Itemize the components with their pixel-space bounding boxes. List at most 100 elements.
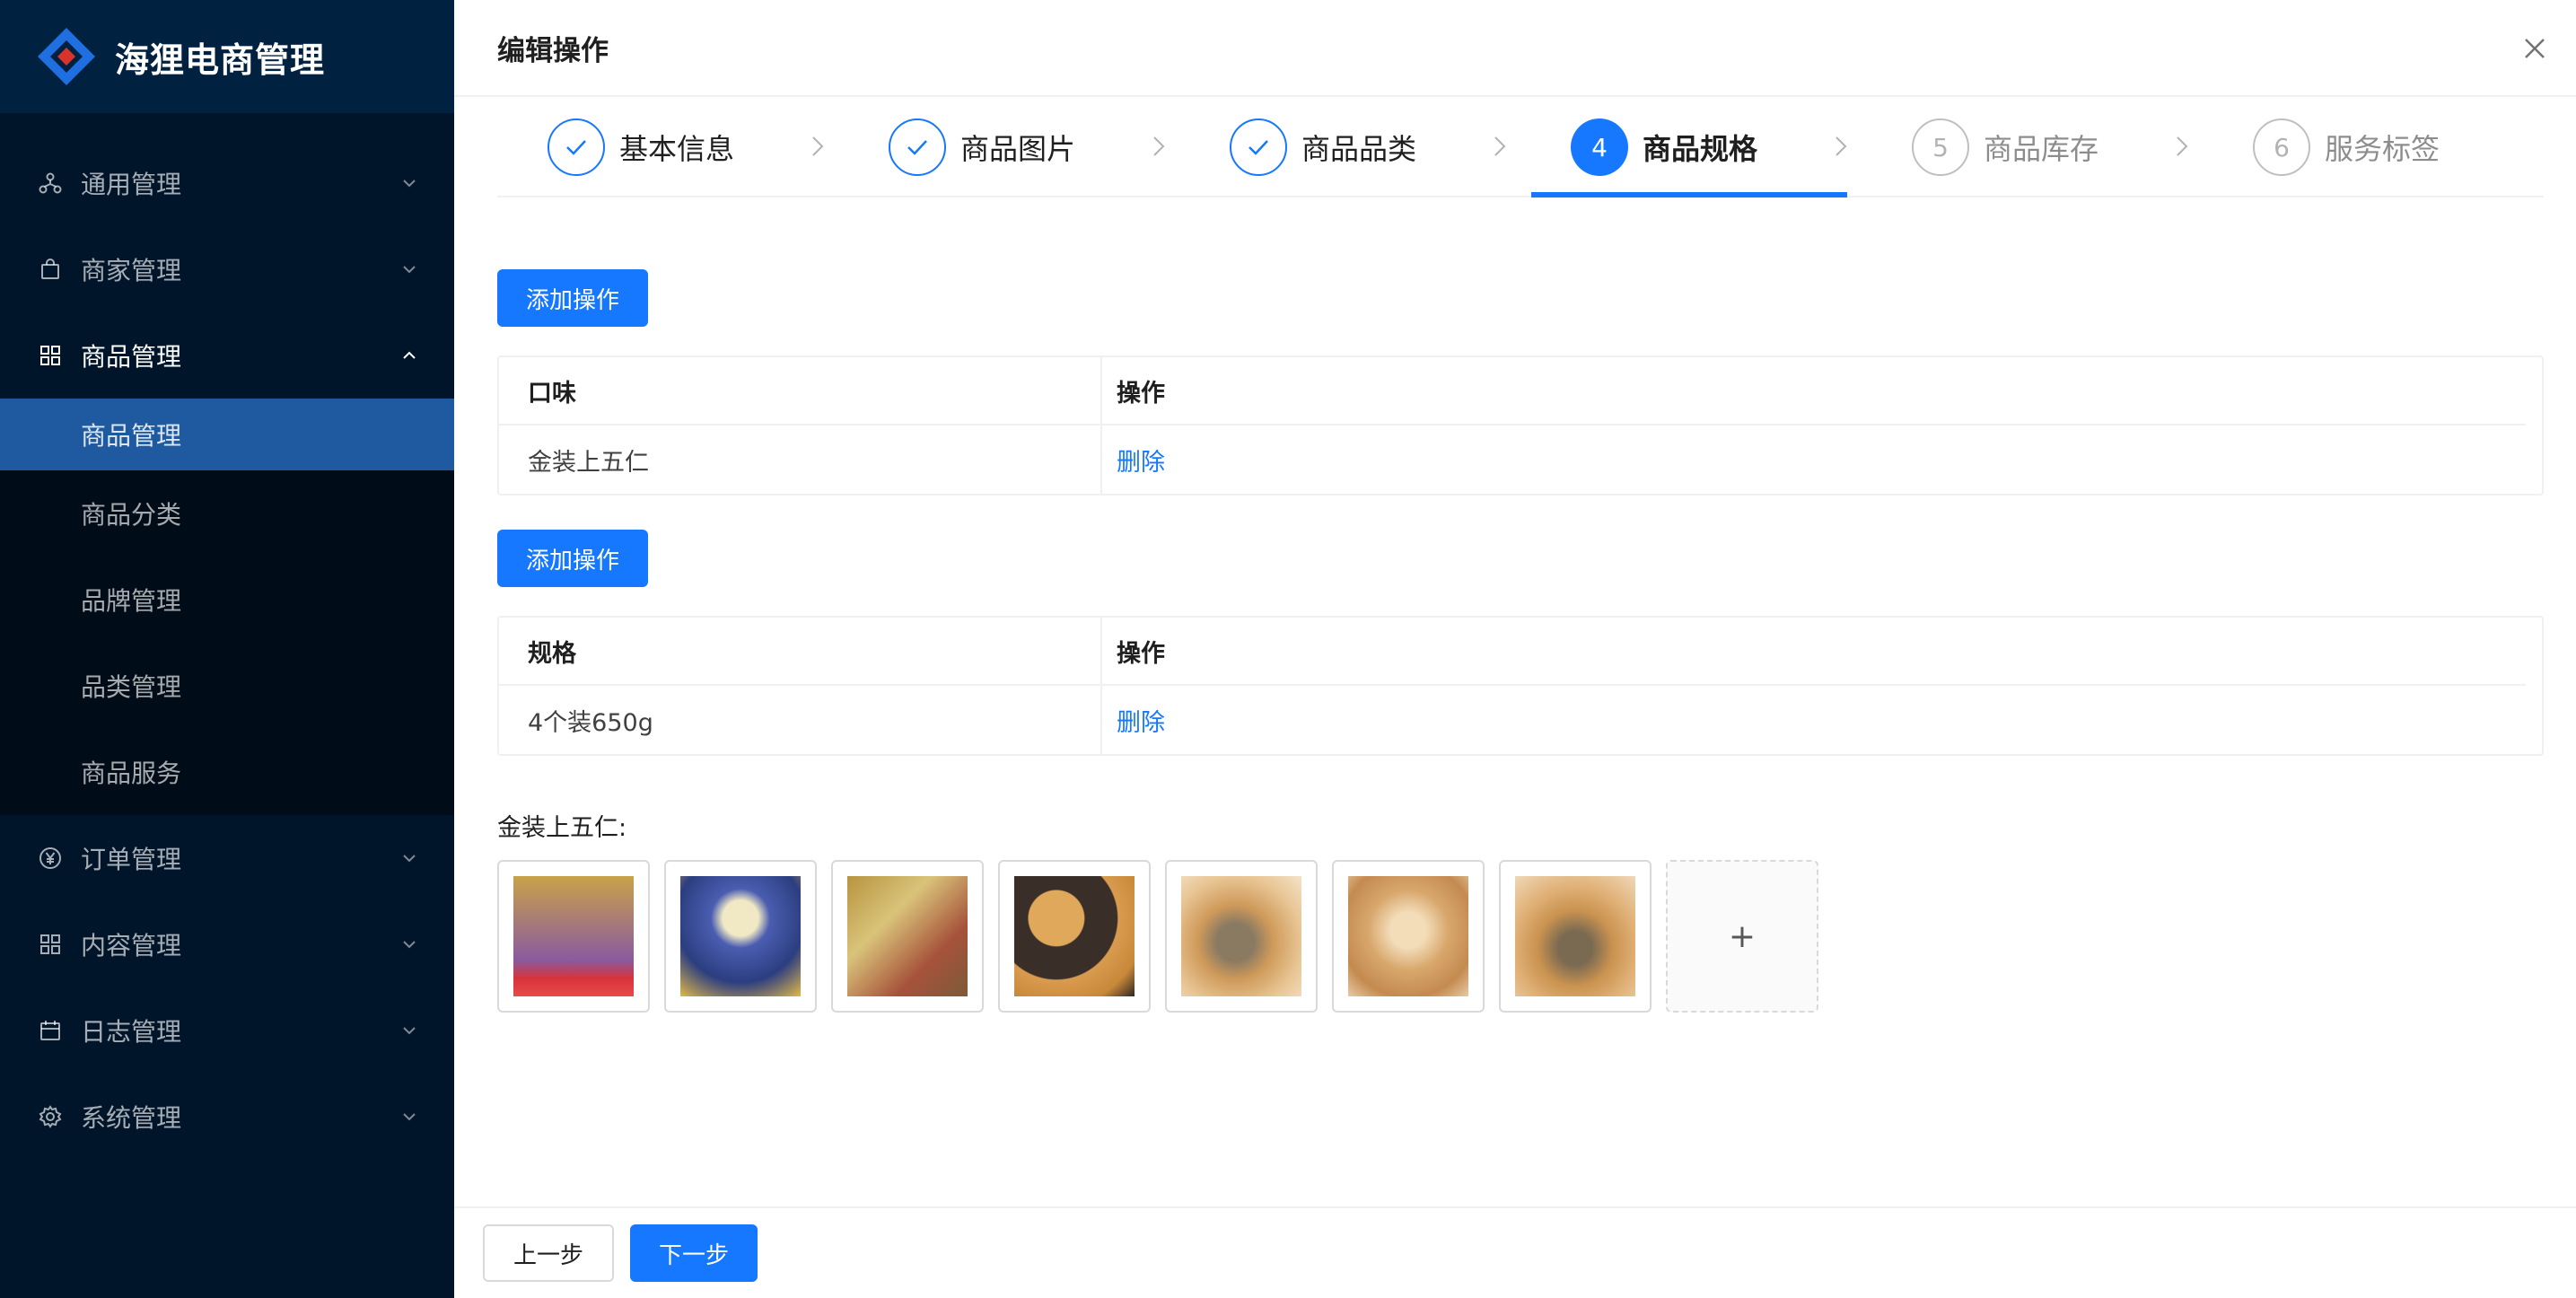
column-header: 操作 (1117, 639, 1165, 668)
shop-bag-icon (38, 257, 63, 282)
delete-link[interactable]: 删除 (1117, 443, 1165, 478)
grid-icon (38, 343, 63, 368)
edit-drawer: 编辑操作 基本信息 商品图片 商品品类 4 商品规格 5 商品库存 6 服务标签… (454, 0, 2576, 1298)
table-header: 规格 操作 (499, 618, 2526, 686)
check-icon (548, 118, 605, 176)
step-number: 5 (1912, 118, 1969, 176)
prev-step-button[interactable]: 上一步 (483, 1224, 615, 1282)
gear-icon (38, 1104, 63, 1129)
drawer-body: 基本信息 商品图片 商品品类 4 商品规格 5 商品库存 6 服务标签 添加操作… (497, 97, 2544, 1013)
check-icon (1230, 118, 1287, 176)
drawer-title: 编辑操作 (497, 34, 609, 67)
logo-icon (36, 26, 97, 87)
submenu-item-product[interactable]: 商品管理 (0, 399, 454, 470)
image-thumbnail[interactable] (1499, 860, 1652, 1013)
image-list: + (497, 860, 1818, 1013)
submenu-item-type[interactable]: 品类管理 (0, 643, 454, 729)
step-basic-info[interactable]: 基本信息 (497, 97, 838, 197)
logo-bar: 海狸电商管理 (0, 0, 454, 113)
steps: 基本信息 商品图片 商品品类 4 商品规格 5 商品库存 6 服务标签 (497, 97, 2544, 197)
add-flavor-button[interactable]: 添加操作 (497, 269, 649, 327)
flavor-table: 口味 操作 金装上五仁 删除 (497, 355, 2544, 496)
step-label: 商品品类 (1301, 132, 1417, 166)
menu-general[interactable]: 通用管理 (0, 140, 454, 226)
image-thumbnail[interactable] (1165, 860, 1318, 1013)
drawer-footer: 上一步 下一步 (454, 1206, 2576, 1298)
image-thumbnail[interactable] (664, 860, 817, 1013)
sidebar: 海狸电商管理 通用管理 商家管理 商品管理 商品管理 商品分类 品牌管理 品类管… (0, 0, 454, 1298)
submenu-item-category[interactable]: 商品分类 (0, 470, 454, 557)
menu-label: 通用管理 (81, 170, 182, 199)
step-product-images[interactable]: 商品图片 (838, 97, 1179, 197)
chevron-down-icon (400, 1108, 418, 1126)
chevron-down-icon (400, 935, 418, 953)
image-thumbnail[interactable] (998, 860, 1151, 1013)
step-label: 商品图片 (960, 132, 1076, 166)
product-image (1348, 876, 1468, 996)
step-product-spec[interactable]: 4 商品规格 (1520, 97, 1862, 197)
close-icon[interactable] (2520, 34, 2549, 63)
column-header: 操作 (1117, 379, 1165, 408)
delete-link[interactable]: 删除 (1117, 703, 1165, 738)
table-cell: 金装上五仁 (499, 425, 1102, 494)
step-label: 服务标签 (2325, 132, 2440, 166)
product-image (680, 876, 801, 996)
plus-icon: + (1728, 917, 1757, 955)
chevron-right-icon (1145, 133, 1172, 160)
submenu-item-service[interactable]: 商品服务 (0, 729, 454, 815)
menu-label: 系统管理 (81, 1103, 182, 1133)
menu-log[interactable]: 日志管理 (0, 987, 454, 1074)
app-title: 海狸电商管理 (115, 39, 326, 80)
table-header: 口味 操作 (499, 357, 2526, 425)
menu-system[interactable]: 系统管理 (0, 1074, 454, 1160)
step-number: 6 (2253, 118, 2310, 176)
product-image (513, 876, 634, 996)
chevron-right-icon (2169, 133, 2195, 160)
grid-icon (38, 932, 63, 957)
menu-order[interactable]: 订单管理 (0, 815, 454, 901)
calendar-icon (38, 1018, 63, 1043)
step-service-tags[interactable]: 6 服务标签 (2203, 97, 2544, 197)
upload-button[interactable]: + (1666, 860, 1818, 1013)
chevron-right-icon (804, 133, 831, 160)
chevron-right-icon (1827, 133, 1854, 160)
drawer-header: 编辑操作 (454, 0, 2576, 97)
menu-merchant[interactable]: 商家管理 (0, 226, 454, 312)
step-label: 商品规格 (1643, 132, 1758, 166)
menu-label: 内容管理 (81, 931, 182, 960)
product-image (847, 876, 968, 996)
image-thumbnail[interactable] (497, 860, 650, 1013)
menu-content[interactable]: 内容管理 (0, 901, 454, 987)
chevron-down-icon (400, 174, 418, 192)
check-icon (889, 118, 946, 176)
product-image (1515, 876, 1635, 996)
menu-label: 订单管理 (81, 845, 182, 874)
image-group-label: 金装上五仁: (497, 814, 627, 842)
side-menu: 通用管理 商家管理 商品管理 商品管理 商品分类 品牌管理 品类管理 商品服务 … (0, 113, 454, 1160)
column-header: 口味 (499, 357, 1102, 424)
product-image (1014, 876, 1135, 996)
menu-label: 商家管理 (81, 256, 182, 285)
image-thumbnail[interactable] (831, 860, 984, 1013)
chevron-right-icon (1486, 133, 1513, 160)
column-header: 规格 (499, 618, 1102, 684)
spec-table: 规格 操作 4个装650g 删除 (497, 616, 2544, 756)
menu-label: 商品管理 (81, 342, 182, 372)
next-step-button[interactable]: 下一步 (630, 1224, 758, 1282)
active-step-indicator (1531, 192, 1847, 197)
chevron-down-icon (400, 849, 418, 867)
table-cell: 4个装650g (499, 686, 1102, 754)
add-spec-button[interactable]: 添加操作 (497, 530, 649, 587)
table-row: 4个装650g 删除 (499, 686, 2542, 754)
step-number: 4 (1571, 118, 1628, 176)
chevron-down-icon (400, 1022, 418, 1039)
step-product-category[interactable]: 商品品类 (1179, 97, 1520, 197)
table-row: 金装上五仁 删除 (499, 425, 2542, 494)
image-thumbnail[interactable] (1332, 860, 1485, 1013)
menu-product[interactable]: 商品管理 (0, 312, 454, 399)
submenu-item-brand[interactable]: 品牌管理 (0, 557, 454, 643)
chevron-down-icon (400, 260, 418, 278)
step-product-stock[interactable]: 5 商品库存 (1862, 97, 2203, 197)
cluster-icon (38, 171, 63, 196)
chevron-up-icon (400, 346, 418, 364)
